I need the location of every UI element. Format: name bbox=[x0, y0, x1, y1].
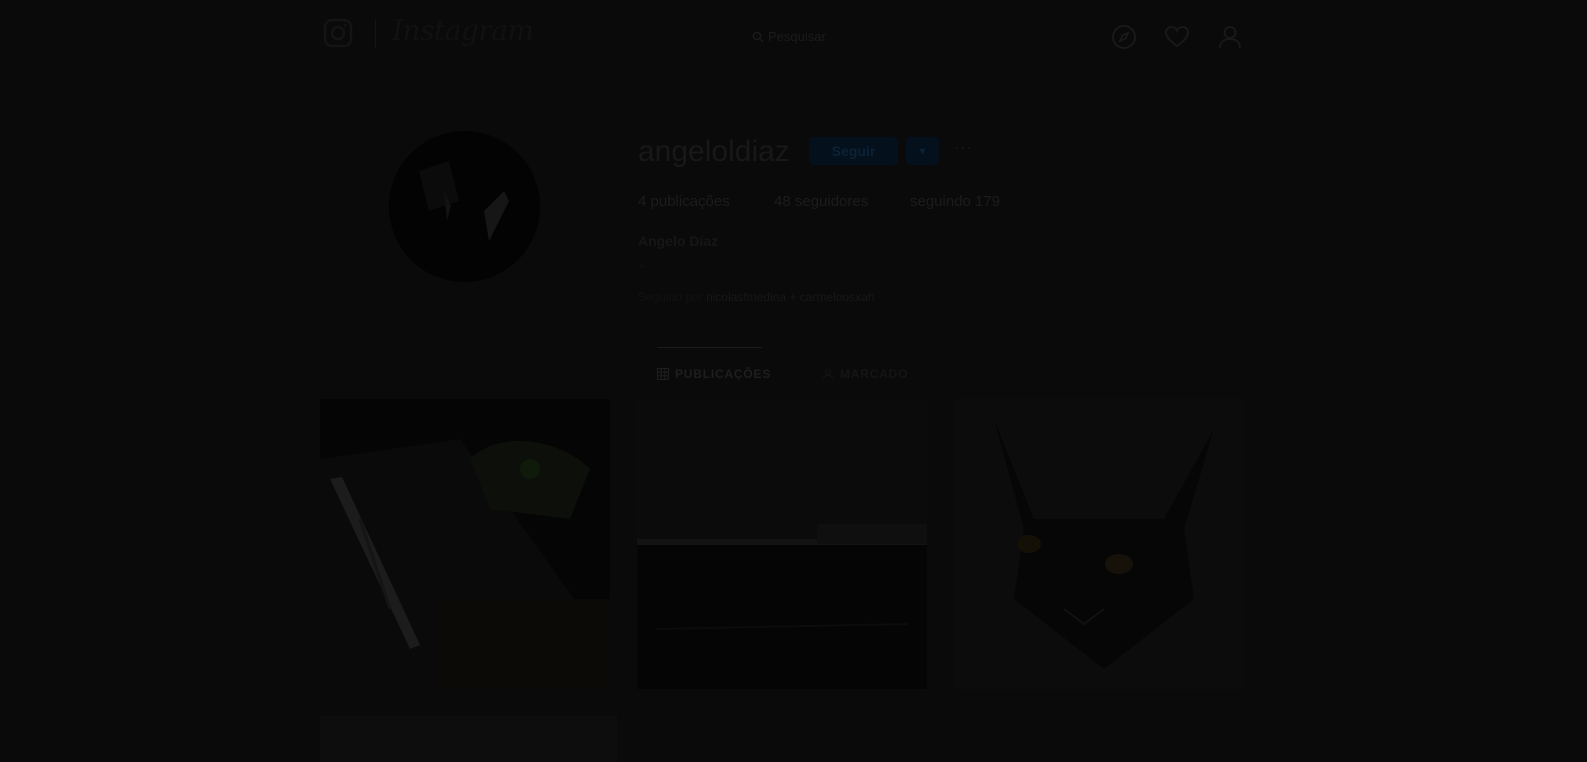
suggestions-dropdown-button[interactable]: ▾ bbox=[906, 137, 939, 165]
active-tab-indicator bbox=[657, 347, 762, 348]
post-thumbnail-4[interactable] bbox=[320, 716, 617, 762]
post-thumbnail-2[interactable] bbox=[637, 399, 927, 689]
followed-by-names[interactable]: nicolasfmedina + carmeloosxah bbox=[706, 290, 874, 304]
grid-icon bbox=[657, 368, 669, 380]
header-divider bbox=[375, 20, 376, 48]
search-input[interactable]: Pesquisar bbox=[752, 29, 826, 44]
profile-avatar[interactable] bbox=[389, 131, 540, 282]
followed-by[interactable]: Seguido por nicolasfmedina + carmeloosxa… bbox=[638, 290, 874, 304]
post-thumbnail-3[interactable] bbox=[954, 399, 1244, 689]
followed-by-prefix: Seguido por bbox=[638, 290, 703, 304]
posts-count: 4 publicações bbox=[638, 193, 730, 210]
search-placeholder: Pesquisar bbox=[768, 29, 826, 44]
instagram-logo-icon[interactable] bbox=[323, 18, 353, 48]
tag-icon bbox=[823, 369, 833, 380]
follow-button[interactable]: Seguir bbox=[809, 137, 898, 165]
following-count[interactable]: seguindo 179 bbox=[910, 193, 1000, 210]
tab-tagged[interactable]: MARCADO bbox=[822, 367, 908, 381]
followers-count[interactable]: 48 seguidores bbox=[774, 193, 868, 210]
instagram-wordmark[interactable]: Instagram bbox=[392, 14, 534, 47]
profile-bio: - bbox=[640, 258, 644, 272]
post-thumbnail-1[interactable] bbox=[320, 399, 610, 689]
search-icon bbox=[752, 31, 764, 42]
tab-tagged-label: MARCADO bbox=[840, 367, 909, 381]
profile-username: angeloldiaz bbox=[638, 135, 790, 168]
heart-icon[interactable] bbox=[1164, 24, 1190, 50]
tab-posts[interactable]: PUBLICAÇÕES bbox=[657, 367, 771, 381]
compass-icon[interactable] bbox=[1111, 24, 1137, 50]
profile-full-name: Angelo Díaz bbox=[638, 233, 719, 249]
user-icon[interactable] bbox=[1217, 24, 1243, 50]
more-options-button[interactable]: ··· bbox=[954, 139, 973, 157]
tab-posts-label: PUBLICAÇÕES bbox=[675, 367, 772, 381]
